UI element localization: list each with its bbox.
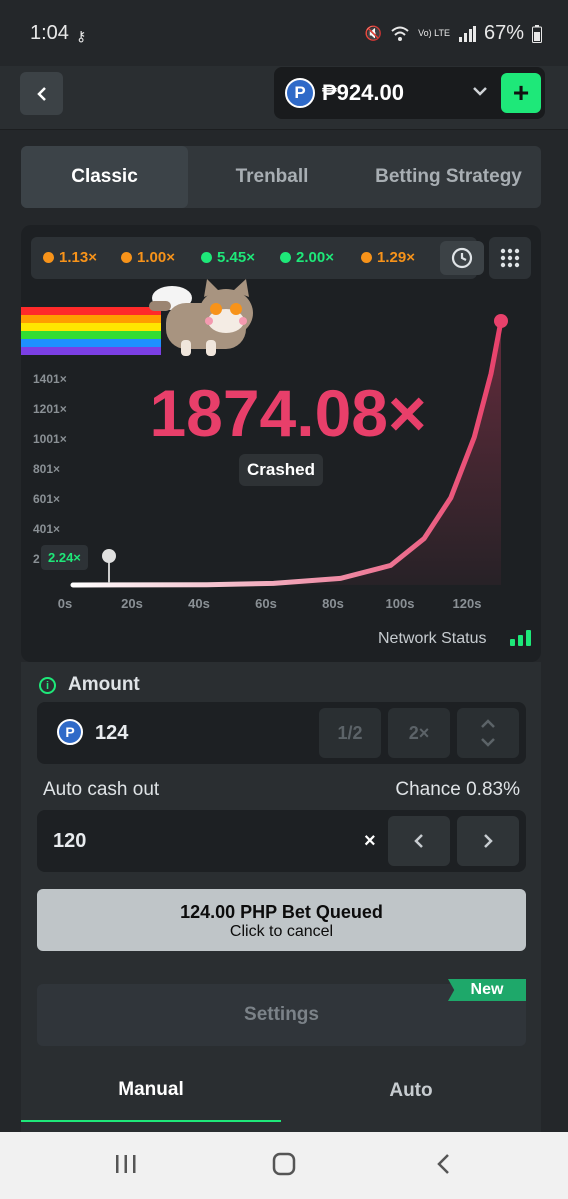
crashed-label: Crashed xyxy=(239,454,323,486)
y-tick-label: 601× xyxy=(33,492,60,506)
history-item[interactable]: 1.13× xyxy=(43,249,97,266)
crash-point xyxy=(494,314,508,328)
top-bar: P ₱924.00 + xyxy=(0,66,568,130)
y-tick-label: 2 xyxy=(33,552,40,566)
bet-cancel-text: Click to cancel xyxy=(229,923,334,940)
history-value: 1.00× xyxy=(137,249,175,266)
y-tick-label: 801× xyxy=(33,462,60,476)
start-pin-head xyxy=(102,549,116,563)
crash-curve-area xyxy=(73,321,501,585)
decrease-cashout-button[interactable] xyxy=(388,816,450,866)
x-tick-label: 100s xyxy=(386,596,415,611)
tab-trenball[interactable]: Trenball xyxy=(188,146,356,208)
key-icon: ⚷ xyxy=(76,28,87,44)
cat-mascot xyxy=(149,279,253,356)
status-right: 🔇 Vo) LTE 67% xyxy=(365,22,542,45)
chevron-right-icon xyxy=(484,834,493,848)
recent-apps-icon[interactable] xyxy=(115,1152,137,1176)
auto-cashout-value[interactable]: 120 xyxy=(53,830,86,853)
cancel-bet-button[interactable]: 124.00 PHP Bet Queued Click to cancel xyxy=(37,889,526,951)
y-tick-label: 401× xyxy=(33,522,60,536)
tab-classic[interactable]: Classic xyxy=(21,146,188,208)
y-axis-ticks: 1601×1401×1201×1001×801×601×401×2 xyxy=(33,342,67,566)
history-item[interactable]: 1.29× xyxy=(361,249,415,266)
y-tick-label: 1001× xyxy=(33,432,67,446)
history-item[interactable]: 1.00× xyxy=(121,249,175,266)
chevron-down-icon[interactable] xyxy=(470,81,490,101)
amount-value[interactable]: 124 xyxy=(95,722,128,745)
history-value: 5.45× xyxy=(217,249,255,266)
history-value: 1.13× xyxy=(59,249,97,266)
tab-betting-strategy[interactable]: Betting Strategy xyxy=(356,146,541,208)
deposit-button[interactable]: + xyxy=(501,73,541,113)
amount-stepper-button[interactable] xyxy=(457,708,519,758)
wallet-selector[interactable]: P ₱924.00 + xyxy=(274,67,545,119)
tab-auto[interactable]: Auto xyxy=(281,1060,541,1122)
rainbow-trail xyxy=(21,307,161,355)
new-badge: New xyxy=(448,979,526,1001)
chevron-left-icon xyxy=(36,86,46,101)
x-tick-label: 40s xyxy=(188,596,210,611)
status-time: 1:04 xyxy=(30,22,69,44)
history-dot xyxy=(121,252,132,263)
x-tick-label: 80s xyxy=(322,596,344,611)
history-dot xyxy=(361,252,372,263)
x-axis-ticks: 0s 20s 40s 60s 80s 100s 120s xyxy=(58,596,482,611)
amount-input[interactable]: P 124 1/2 2× xyxy=(37,702,526,764)
auto-cashout-label: Auto cash out xyxy=(43,779,160,800)
status-bar: 1:04 ⚷ 🔇 Vo) LTE 67% xyxy=(0,0,568,66)
history-value: 2.00× xyxy=(296,249,334,266)
wifi-icon xyxy=(391,26,409,41)
x-tick-label: 0s xyxy=(58,596,72,611)
system-nav-bar xyxy=(0,1132,568,1199)
wallet-balance: ₱924.00 xyxy=(322,80,404,105)
double-button[interactable]: 2× xyxy=(388,708,450,758)
info-icon[interactable]: i xyxy=(39,677,56,694)
chevron-left-icon xyxy=(414,834,423,848)
current-multiplier-marker: 2.24× xyxy=(41,545,88,570)
bet-status-text: 124.00 PHP Bet Queued xyxy=(180,902,383,922)
amount-label: Amount xyxy=(68,674,140,695)
x-tick-label: 20s xyxy=(121,596,143,611)
battery-percent: 67% xyxy=(483,22,524,44)
history-item[interactable]: 2.00× xyxy=(280,249,334,266)
history-dot xyxy=(43,252,54,263)
menu-grid-button[interactable] xyxy=(489,237,531,279)
x-tick-label: 120s xyxy=(453,596,482,611)
signal-icon xyxy=(458,25,476,42)
grid-dots-icon xyxy=(500,248,520,268)
half-button[interactable]: 1/2 xyxy=(319,708,381,758)
history-button[interactable] xyxy=(440,241,484,275)
chevron-up-down-icon xyxy=(481,719,495,747)
chance-label: Chance 0.83% xyxy=(395,779,520,800)
back-nav-icon[interactable] xyxy=(434,1152,452,1176)
network-status-label: Network Status xyxy=(378,630,487,647)
history-dot xyxy=(280,252,291,263)
history-value: 1.29× xyxy=(377,249,415,266)
php-coin-icon: P xyxy=(285,78,315,108)
auto-cashout-input[interactable]: 120 × xyxy=(37,810,526,872)
home-icon[interactable] xyxy=(272,1152,296,1176)
history-item[interactable]: 5.45× xyxy=(201,249,255,266)
clear-icon[interactable]: × xyxy=(364,830,376,853)
x-tick-label: 60s xyxy=(255,596,277,611)
increase-cashout-button[interactable] xyxy=(457,816,519,866)
tab-manual[interactable]: Manual xyxy=(21,1060,281,1122)
php-coin-icon: P xyxy=(57,719,83,745)
history-bar: 1.13× 1.00× 5.45× 2.00× 1.29× xyxy=(31,237,484,279)
y-tick-label: 1401× xyxy=(33,372,67,386)
clock-icon xyxy=(451,247,473,269)
battery-icon xyxy=(532,24,542,43)
mute-icon: 🔇 xyxy=(364,25,383,41)
volte-label: Vo) LTE xyxy=(418,28,450,38)
network-signal-icon xyxy=(510,630,531,646)
y-tick-label: 1201× xyxy=(33,402,67,416)
crash-graph-panel: 1601×1401×1201×1001×801×601×401×2 0s20s4… xyxy=(21,225,541,662)
back-button[interactable] xyxy=(20,72,63,115)
game-tabs: Classic Trenball Betting Strategy xyxy=(21,146,541,208)
crash-multiplier: 1874.08× xyxy=(149,376,427,450)
history-dot xyxy=(201,252,212,263)
